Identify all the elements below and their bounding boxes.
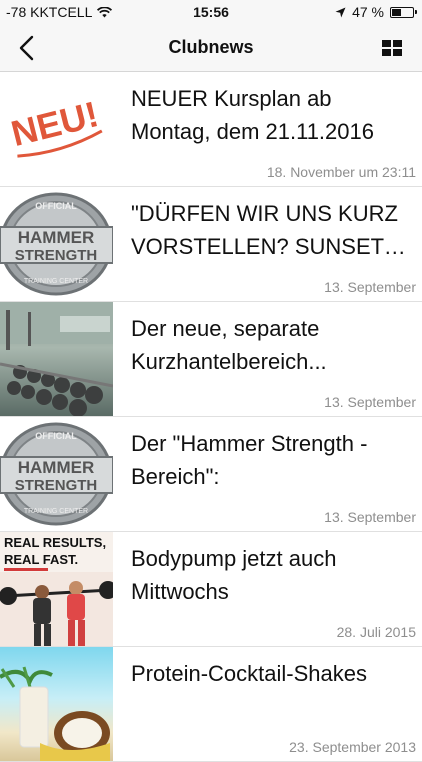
news-thumbnail-shakes [0, 647, 113, 761]
news-thumbnail-dumbbells [0, 302, 113, 416]
news-item[interactable]: OFFICIAL HAMMER STRENGTH TRAINING CENTER… [0, 187, 422, 302]
logo-line2-text: STRENGTH [15, 247, 98, 264]
shake-drinks-image [0, 666, 110, 761]
news-title: Bodypump jetzt auch Mittwochs [131, 546, 337, 604]
news-list: NEU! NEUER Kursplan ab Montag, dem 21.11… [0, 72, 422, 762]
grid-cell [382, 40, 391, 47]
logo-line1-text: HAMMER [18, 458, 95, 477]
news-date: 23. September 2013 [289, 739, 416, 755]
news-date: 13. September [324, 279, 416, 295]
grid-cell [393, 49, 402, 56]
neu-stamp-image: NEU! [7, 93, 103, 158]
news-date: 13. September [324, 509, 416, 525]
news-thumbnail-hammer-strength: OFFICIAL HAMMER STRENGTH TRAINING CENTER [0, 417, 113, 531]
news-title: NEUER Kursplan ab Montag, dem 21.11.2016 [131, 86, 374, 144]
news-date: 18. November um 23:11 [266, 164, 416, 180]
news-thumbnail-bodypump: REAL RESULTS, REAL FAST. [0, 532, 113, 646]
bodypump-image: REAL RESULTS, REAL FAST. [0, 532, 113, 646]
dumbbell-rack-image [0, 302, 113, 416]
pump-line2-text: REAL FAST. [4, 552, 78, 567]
news-title: "DÜRFEN WIR UNS KURZ VORSTELLEN? SUNSET … [131, 201, 398, 259]
page-title: Clubnews [168, 37, 254, 57]
status-right: 47 % [335, 4, 417, 20]
battery-percent: 47 % [352, 4, 384, 20]
grid-view-icon[interactable] [382, 40, 402, 56]
grid-cell [382, 49, 391, 56]
navigation-bar: Clubnews [0, 24, 422, 72]
news-item[interactable]: Der neue, separate Kurzhantelbereich... … [0, 302, 422, 417]
news-title: Der "Hammer Strength - Bereich": [131, 431, 368, 489]
location-arrow-icon [335, 7, 346, 17]
logo-top-text: OFFICIAL [35, 201, 77, 211]
news-item[interactable]: NEU! NEUER Kursplan ab Montag, dem 21.11… [0, 72, 422, 187]
logo-bottom-text: TRAINING CENTER [24, 278, 88, 285]
news-thumbnail-hammer-strength: OFFICIAL HAMMER STRENGTH TRAINING CENTER [0, 187, 113, 301]
hammer-strength-logo: OFFICIAL HAMMER STRENGTH TRAINING CENTER [0, 192, 113, 296]
neu-stamp-text: NEU! [7, 93, 102, 154]
news-item[interactable]: REAL RESULTS, REAL FAST. Bodypump jetzt … [0, 532, 422, 647]
news-title: Der neue, separate Kurzhantelbereich... [131, 316, 327, 374]
news-item[interactable]: Protein-Cocktail-Shakes 23. September 20… [0, 647, 422, 762]
logo-top-text: OFFICIAL [35, 431, 77, 441]
logo-line1-text: HAMMER [18, 228, 95, 247]
news-title: Protein-Cocktail-Shakes [131, 661, 367, 686]
news-thumbnail-neu: NEU! [0, 72, 113, 186]
news-item[interactable]: OFFICIAL HAMMER STRENGTH TRAINING CENTER… [0, 417, 422, 532]
status-bar: -78 KKTCELL 15:56 47 % [0, 0, 422, 24]
grid-cell [393, 40, 402, 47]
logo-bottom-text: TRAINING CENTER [24, 508, 88, 515]
logo-line2-text: STRENGTH [15, 477, 98, 494]
hammer-strength-logo: OFFICIAL HAMMER STRENGTH TRAINING CENTER [0, 422, 113, 526]
news-date: 13. September [324, 394, 416, 410]
battery-icon [390, 6, 417, 18]
news-date: 28. Juli 2015 [336, 624, 416, 640]
battery-fill [392, 8, 401, 16]
pump-line1-text: REAL RESULTS, [4, 535, 106, 550]
